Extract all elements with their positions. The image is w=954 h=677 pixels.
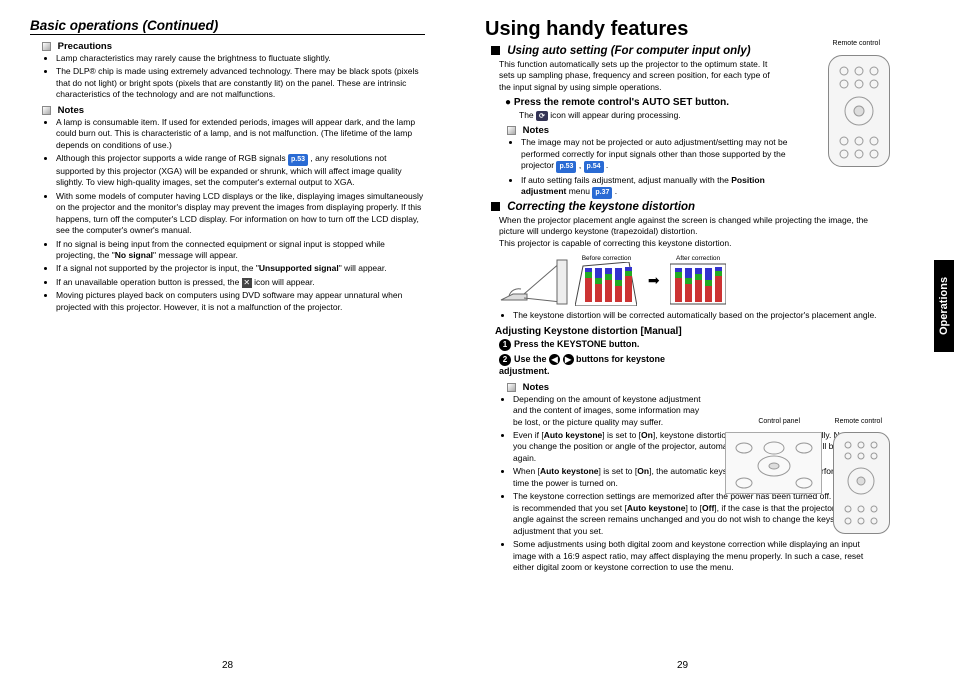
panel-label: Control panel	[758, 418, 800, 425]
pref-icon: p.53	[288, 154, 308, 165]
step-heading: ● Press the remote control's AUTO SET bu…	[505, 97, 880, 108]
keystone-heading: Correcting the keystone distortion	[491, 201, 880, 213]
list-item: If no signal is being input from the con…	[56, 239, 425, 262]
page-left: Basic operations (Continued) Precautions…	[0, 0, 455, 677]
body-text: The ⟳ icon will appear during processing…	[519, 110, 880, 121]
x-icon: ✕	[242, 278, 252, 288]
list-item: When [Auto keystone] is set to [On], the…	[513, 466, 880, 489]
control-panel-illustration	[725, 432, 822, 494]
arrow-icon: ➡	[648, 272, 660, 288]
remote-label: Remote control	[833, 40, 880, 47]
notes-heading: Notes	[42, 105, 425, 116]
page-number: 28	[222, 660, 233, 671]
notes-list: A lamp is consumable item. If used for e…	[42, 117, 425, 313]
list-item: A lamp is consumable item. If used for e…	[56, 117, 425, 151]
auto-setting-heading: Using auto setting (For computer input o…	[491, 45, 880, 57]
page-number: 29	[677, 660, 688, 671]
remote-label: Remote control	[835, 418, 882, 425]
manual-heading: Adjusting Keystone distortion [Manual]	[495, 326, 880, 337]
chart-before: Before correction	[575, 255, 637, 306]
list-item: If an unavailable operation button is pr…	[56, 277, 425, 288]
list-item: Although this projector supports a wide …	[56, 153, 425, 188]
list-item: If auto setting fails adjustment, adjust…	[521, 175, 801, 199]
page-title: Using handy features	[485, 18, 880, 41]
list-item: If a signal not supported by the project…	[56, 263, 425, 274]
page-right: Using handy features Remote control Usin…	[455, 0, 910, 677]
chart-after: After correction	[670, 255, 726, 306]
body-text: When the projector placement angle again…	[499, 215, 880, 249]
list-item: Some adjustments using both digital zoom…	[513, 539, 880, 573]
list-item: Even if [Auto keystone] is set to [On], …	[513, 430, 880, 464]
processing-icon: ⟳	[536, 111, 548, 121]
step-2: 2Use the ◀ ▶ buttons for keystone adjust…	[499, 354, 699, 376]
body-text: This function automatically sets up the …	[499, 59, 779, 93]
projector-diagram	[499, 256, 569, 306]
list-item: The keystone distortion will be correcte…	[513, 310, 880, 321]
remote-illustration	[828, 55, 890, 167]
list-item: The keystone correction settings are mem…	[513, 491, 880, 537]
list-item: Moving pictures played back on computers…	[56, 290, 425, 313]
section-tab: Operations	[934, 260, 954, 352]
list-item: The DLP® chip is made using extremely ad…	[56, 66, 425, 100]
step-1: 1Press the KEYSTONE button.	[499, 339, 880, 351]
list-item: With some models of computer having LCD …	[56, 191, 425, 237]
precautions-list: Lamp characteristics may rarely cause th…	[42, 53, 425, 101]
remote-illustration-2	[833, 432, 890, 534]
section-heading: Basic operations (Continued)	[30, 18, 425, 35]
list-item: Lamp characteristics may rarely cause th…	[56, 53, 425, 64]
list-item: Depending on the amount of keystone adju…	[513, 394, 703, 428]
notes-heading: Notes	[507, 125, 880, 136]
notes-heading: Notes	[507, 382, 880, 393]
list-item: The image may not be projected or auto a…	[521, 137, 801, 172]
precautions-heading: Precautions	[42, 41, 425, 52]
